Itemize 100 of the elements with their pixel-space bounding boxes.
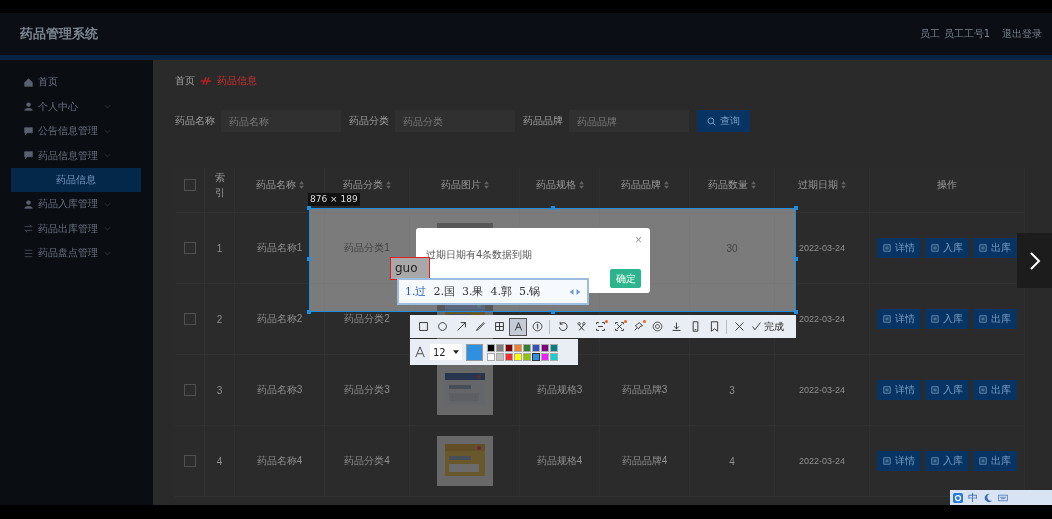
- confirm-button[interactable]: 确定: [610, 269, 641, 288]
- color-swatch[interactable]: [487, 343, 495, 352]
- sort-icon[interactable]: [841, 181, 846, 189]
- sort-icon[interactable]: [663, 181, 669, 189]
- pager-arrows-icon[interactable]: [569, 287, 581, 296]
- action-button[interactable]: 详情: [877, 238, 921, 258]
- table-cell: 药品规格4: [536, 454, 583, 468]
- action-button[interactable]: 出库: [973, 451, 1017, 471]
- sort-icon[interactable]: [298, 181, 304, 189]
- row-checkbox[interactable]: [183, 242, 196, 254]
- color-swatch[interactable]: [541, 343, 549, 352]
- table-cell: 药品品牌4: [621, 454, 668, 468]
- candidate-item[interactable]: 2.国: [433, 284, 455, 299]
- logo-icon[interactable]: [953, 492, 963, 503]
- document-icon: [931, 315, 939, 323]
- resize-handle[interactable]: [794, 257, 798, 261]
- sidebar-item[interactable]: 药品信息管理: [0, 143, 153, 168]
- color-swatch[interactable]: [514, 352, 522, 361]
- moon-icon[interactable]: [983, 492, 993, 503]
- resize-handle[interactable]: [794, 206, 798, 210]
- size-label: 876 × 189: [308, 193, 360, 206]
- sort-icon[interactable]: [751, 181, 756, 189]
- resize-handle[interactable]: [551, 206, 555, 210]
- color-swatch[interactable]: [550, 352, 558, 361]
- resize-handle[interactable]: [307, 310, 311, 314]
- column-header[interactable]: 过期日期: [798, 178, 838, 192]
- breadcrumb-home[interactable]: 首页: [175, 74, 195, 88]
- action-button[interactable]: 出库: [973, 309, 1017, 329]
- sort-icon[interactable]: [578, 181, 584, 189]
- action-button[interactable]: 详情: [877, 380, 921, 400]
- candidate-item[interactable]: 3.果: [462, 284, 484, 299]
- capture-selection[interactable]: [309, 208, 796, 312]
- select-all-checkbox[interactable]: [183, 179, 196, 191]
- search-button[interactable]: 查询: [697, 110, 750, 132]
- field-label: 药品分类: [349, 114, 389, 128]
- column-header[interactable]: 药品分类: [343, 178, 383, 192]
- search-icon: [707, 116, 716, 126]
- column-header[interactable]: 操作: [937, 178, 957, 192]
- sidebar-item[interactable]: 首页: [0, 70, 153, 95]
- sidebar-item[interactable]: 药品盘点管理: [0, 241, 153, 266]
- resize-handle[interactable]: [307, 206, 311, 210]
- action-button[interactable]: 入库: [925, 309, 969, 329]
- color-swatch[interactable]: [541, 352, 549, 361]
- keyboard-icon[interactable]: [998, 492, 1008, 503]
- color-swatch[interactable]: [496, 352, 504, 361]
- row-checkbox[interactable]: [183, 313, 196, 325]
- sort-icon[interactable]: [386, 181, 391, 189]
- action-button[interactable]: 出库: [973, 238, 1017, 258]
- action-button[interactable]: 出库: [973, 380, 1017, 400]
- text-input-box[interactable]: guo: [390, 257, 430, 280]
- action-button[interactable]: 入库: [925, 451, 969, 471]
- candidate-item[interactable]: 1.过: [405, 284, 427, 299]
- row-checkbox[interactable]: [183, 455, 196, 467]
- color-swatch[interactable]: [505, 343, 513, 352]
- action-button[interactable]: 详情: [877, 309, 921, 329]
- sidebar-item[interactable]: 药品入库管理: [0, 192, 153, 217]
- logout-link[interactable]: 退出登录: [1002, 27, 1042, 41]
- font-size-select[interactable]: 12: [430, 344, 462, 360]
- color-swatch[interactable]: [505, 352, 513, 361]
- sidebar-item[interactable]: 公告信息管理: [0, 119, 153, 144]
- tool-button[interactable]: [509, 317, 527, 336]
- color-swatch[interactable]: [523, 343, 531, 352]
- column-header[interactable]: 药品名称: [255, 178, 296, 192]
- table-cell: 药品名称3: [256, 383, 303, 397]
- column-header[interactable]: 药品规格: [535, 178, 576, 192]
- sidebar-item[interactable]: 个人中心: [0, 94, 153, 119]
- column-header[interactable]: 索引: [214, 170, 225, 200]
- color-swatch[interactable]: [550, 343, 558, 352]
- menu-item-icon: [24, 102, 33, 112]
- arrow-icon: [455, 321, 467, 332]
- candidate-item[interactable]: 4.郭: [490, 284, 512, 299]
- color-swatch[interactable]: [487, 352, 495, 361]
- sort-icon[interactable]: [483, 181, 489, 189]
- tool-button[interactable]: 完成: [749, 317, 786, 336]
- row-checkbox[interactable]: [183, 384, 196, 396]
- color-swatch[interactable]: [523, 352, 531, 361]
- resize-handle[interactable]: [551, 310, 555, 314]
- color-swatch[interactable]: [496, 343, 504, 352]
- sidebar-item[interactable]: 药品出库管理: [0, 216, 153, 241]
- resize-handle[interactable]: [794, 310, 798, 314]
- close-button[interactable]: ×: [635, 233, 642, 247]
- column-header[interactable]: 药品图片: [440, 178, 481, 192]
- color-swatch[interactable]: [532, 343, 540, 352]
- document-icon: [979, 386, 987, 394]
- color-swatch[interactable]: [514, 343, 522, 352]
- action-button[interactable]: 入库: [925, 238, 969, 258]
- bookmark-icon: [708, 321, 720, 332]
- column-header[interactable]: 药品数量: [708, 178, 748, 192]
- resize-handle[interactable]: [307, 257, 311, 261]
- candidate-item[interactable]: 5.锅: [519, 284, 541, 299]
- action-button[interactable]: 入库: [925, 380, 969, 400]
- table-cell: 药品品牌3: [621, 383, 668, 397]
- current-color[interactable]: [466, 343, 483, 361]
- submenu-item[interactable]: 药品信息: [11, 168, 141, 192]
- square-icon: [417, 321, 429, 332]
- input-mode[interactable]: 中: [968, 490, 978, 505]
- color-swatch[interactable]: [532, 352, 540, 361]
- column-header[interactable]: 药品品牌: [620, 178, 661, 192]
- action-button[interactable]: 详情: [877, 451, 921, 471]
- next-button[interactable]: [1017, 233, 1052, 288]
